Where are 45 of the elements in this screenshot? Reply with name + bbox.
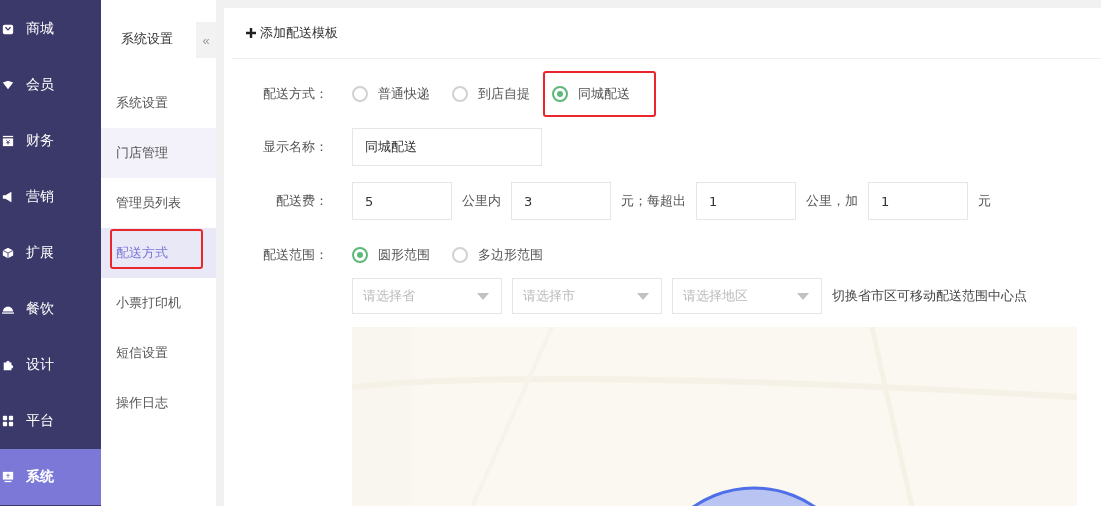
plus-icon [246,28,256,38]
caret-icon [477,292,489,300]
name-input[interactable]: 同城配送 [352,128,542,166]
gem-icon [2,79,14,91]
radio-option[interactable]: 多边形范围 [452,246,543,264]
sub-nav-item[interactable]: 小票打印机 [101,278,216,328]
number-input[interactable]: 1 [868,182,968,220]
nav-item[interactable]: 扩展 [0,225,101,281]
field-label: 显示名称： [262,138,329,156]
caret-icon [797,292,809,300]
sub-nav-item[interactable]: 门店管理 [101,128,216,178]
puzzle-icon [2,359,14,371]
nav-item[interactable]: 会员 [0,57,101,113]
radio-option[interactable]: 普通快递 [352,85,430,103]
grid-icon [2,415,14,427]
hint-text: 切换省市区可移动配送范围中心点 [832,287,1027,305]
add-template-button[interactable]: 添加配送模板 [246,24,338,42]
unit-text: 公里，加 [806,192,858,210]
unit-text: 公里内 [462,192,501,210]
nav-item[interactable]: 设计 [0,337,101,393]
number-input[interactable]: 3 [511,182,611,220]
nav-item[interactable]: 商城 [0,1,101,57]
nav-item[interactable]: 系统 [0,449,101,505]
section-title: 系统设置 [121,30,173,48]
monitor-icon [2,471,14,483]
field-label: 配送方式： [262,85,329,103]
nav-item[interactable]: 财务 [0,113,101,169]
sub-nav-item[interactable]: 操作日志 [101,378,216,428]
nav-item[interactable]: 平台 [0,393,101,449]
number-input[interactable]: 5 [352,182,452,220]
megaphone-icon [2,191,14,203]
caret-icon [637,292,649,300]
number-input[interactable]: 1 [696,182,796,220]
radio-option[interactable]: 圆形范围 [352,246,430,264]
sub-nav-item[interactable]: 管理员列表 [101,178,216,228]
nav-item[interactable]: 餐饮 [0,281,101,337]
radio-option[interactable]: 到店自提 [452,85,530,103]
unit-text: 元；每超出 [621,192,686,210]
sub-nav-item[interactable]: 系统设置 [101,78,216,128]
nav-item[interactable]: 营销 [0,169,101,225]
unit-text: 元 [978,192,991,210]
sub-nav-item[interactable]: 短信设置 [101,328,216,378]
radio-option[interactable]: 同城配送 [552,85,630,103]
field-label: 配送费： [275,192,329,210]
field-label: 配送范围： [262,246,329,264]
